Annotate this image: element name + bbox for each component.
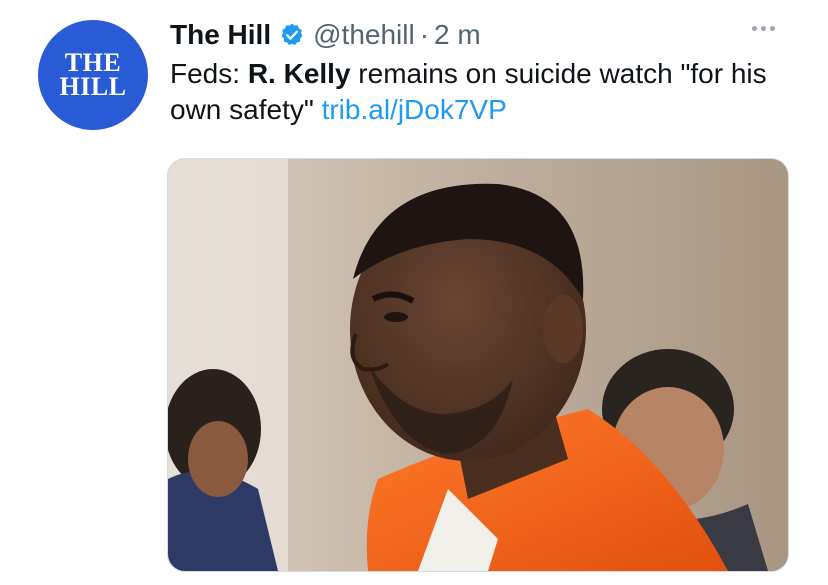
verified-badge-icon [279,22,305,48]
author-handle[interactable]: @thehill [313,19,415,51]
tweet[interactable]: THE HILL The Hill @thehill · 2 m Feds: R… [0,0,828,585]
tweet-link[interactable]: trib.al/jDok7VP [322,94,507,125]
avatar[interactable]: THE HILL [38,20,148,130]
timestamp[interactable]: 2 m [434,19,481,51]
more-options-icon[interactable] [752,26,775,31]
author-name[interactable]: The Hill [170,19,271,51]
text-bold-name: R. Kelly [247,58,351,89]
tweet-text: Feds: R. Kelly remains on suicide watch … [170,56,790,128]
separator: · [419,19,430,50]
text-prefix: Feds: [170,58,248,89]
tweet-header: The Hill @thehill · 2 m [170,18,788,52]
tweet-photo[interactable] [167,158,789,572]
avatar-line-2: HILL [59,72,127,101]
photo-illustration [168,159,788,571]
